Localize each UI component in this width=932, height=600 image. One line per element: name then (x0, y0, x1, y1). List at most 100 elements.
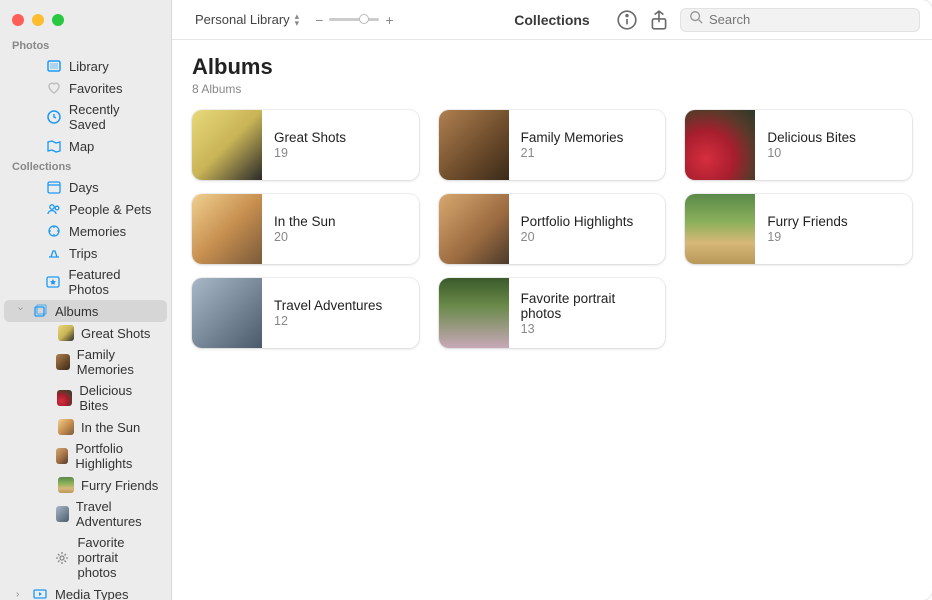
album-card-portfolio-highlights[interactable]: Portfolio Highlights 20 (439, 194, 666, 264)
sidebar-item-memories[interactable]: Memories (4, 220, 167, 242)
album-card-body: Favorite portrait photos 13 (509, 283, 666, 344)
album-thumb-icon (56, 448, 68, 464)
album-thumb-icon (56, 354, 69, 370)
minimize-window-button[interactable] (32, 14, 44, 26)
sidebar-item-portfolio-highlights[interactable]: Portfolio Highlights (4, 438, 167, 474)
close-window-button[interactable] (12, 14, 24, 26)
album-thumbnail (439, 278, 509, 348)
albums-icon (32, 303, 48, 319)
album-card-in-the-sun[interactable]: In the Sun 20 (192, 194, 419, 264)
sidebar-item-label: Memories (69, 224, 126, 239)
sidebar-item-label: Furry Friends (81, 478, 158, 493)
sidebar-item-label: Portfolio Highlights (75, 441, 159, 471)
zoom-knob[interactable] (359, 14, 369, 24)
sidebar-item-in-the-sun[interactable]: In the Sun (4, 416, 167, 438)
sidebar-item-label: Map (69, 139, 94, 154)
sidebar-item-favorites[interactable]: Favorites (4, 77, 167, 99)
toolbar: Personal Library ▴▾ − + Collections (172, 0, 932, 40)
featured-icon (45, 274, 61, 290)
sidebar-item-albums[interactable]: › Albums (4, 300, 167, 322)
album-card-family-memories[interactable]: Family Memories 21 (439, 110, 666, 180)
clock-icon (46, 109, 62, 125)
info-button[interactable] (616, 9, 638, 31)
sidebar-item-great-shots[interactable]: Great Shots (4, 322, 167, 344)
media-icon (32, 586, 48, 600)
album-card-body: Portfolio Highlights 20 (509, 206, 646, 252)
sidebar-item-favorite-portrait-photos[interactable]: Favorite portrait photos (4, 532, 167, 583)
sidebar-item-featured-photos[interactable]: Featured Photos (4, 264, 167, 300)
album-thumbnail (192, 110, 262, 180)
album-thumb-icon (58, 419, 74, 435)
sidebar-item-label: Library (69, 59, 109, 74)
sidebar-item-furry-friends[interactable]: Furry Friends (4, 474, 167, 496)
zoom-out-button[interactable]: − (315, 12, 323, 28)
chevron-right-icon: › (16, 589, 25, 600)
album-card-great-shots[interactable]: Great Shots 19 (192, 110, 419, 180)
sidebar-item-trips[interactable]: Trips (4, 242, 167, 264)
library-icon (46, 58, 62, 74)
sidebar-item-label: Featured Photos (68, 267, 159, 297)
album-title: Furry Friends (767, 214, 847, 229)
content: Albums 8 Albums Great Shots 19 Family Me… (172, 40, 932, 362)
album-thumbnail (685, 194, 755, 264)
sidebar-item-label: In the Sun (81, 420, 140, 435)
album-card-delicious-bites[interactable]: Delicious Bites 10 (685, 110, 912, 180)
sidebar-item-people-pets[interactable]: People & Pets (4, 198, 167, 220)
album-title: Great Shots (274, 130, 346, 145)
album-count: 13 (521, 322, 654, 336)
album-thumbnail (439, 194, 509, 264)
album-card-furry-friends[interactable]: Furry Friends 19 (685, 194, 912, 264)
sidebar-item-label: Days (69, 180, 99, 195)
sidebar-item-recently-saved[interactable]: Recently Saved (4, 99, 167, 135)
people-icon (46, 201, 62, 217)
page-heading: Albums (192, 54, 912, 80)
library-switcher[interactable]: Personal Library ▴▾ (184, 10, 305, 29)
zoom-slider[interactable] (329, 18, 379, 21)
album-card-favorite-portrait-photos[interactable]: Favorite portrait photos 13 (439, 278, 666, 348)
album-title: Travel Adventures (274, 298, 382, 313)
trips-icon (46, 245, 62, 261)
view-title: Collections (514, 12, 589, 28)
fullscreen-window-button[interactable] (52, 14, 64, 26)
zoom-in-button[interactable]: + (385, 12, 393, 28)
sidebar-item-label: Favorites (69, 81, 122, 96)
zoom-controls: − + (315, 12, 393, 28)
album-thumbnail (685, 110, 755, 180)
sidebar-item-map[interactable]: Map (4, 135, 167, 157)
sidebar-item-label: Great Shots (81, 326, 150, 341)
album-count: 10 (767, 146, 856, 160)
album-title: In the Sun (274, 214, 336, 229)
window-controls (0, 8, 171, 36)
sidebar-item-delicious-bites[interactable]: Delicious Bites (4, 380, 167, 416)
album-card-body: Furry Friends 19 (755, 206, 859, 252)
album-thumbnail (192, 194, 262, 264)
album-thumb-icon (58, 477, 74, 493)
album-count: 19 (767, 230, 847, 244)
album-count: 12 (274, 314, 382, 328)
album-count: 20 (521, 230, 634, 244)
album-thumb-icon (58, 325, 74, 341)
calendar-icon (46, 179, 62, 195)
sidebar-item-label: Favorite portrait photos (77, 535, 159, 580)
search-input[interactable] (709, 12, 911, 27)
sidebar-item-label: Albums (55, 304, 98, 319)
sidebar-item-media-types[interactable]: ›Media Types (4, 583, 167, 600)
sidebar-item-label: Travel Adventures (76, 499, 159, 529)
page-subheading: 8 Albums (192, 82, 912, 96)
share-button[interactable] (648, 9, 670, 31)
sidebar-item-family-memories[interactable]: Family Memories (4, 344, 167, 380)
search-field[interactable] (680, 8, 920, 32)
chevron-down-icon: › (15, 307, 26, 316)
album-card-travel-adventures[interactable]: Travel Adventures 12 (192, 278, 419, 348)
map-icon (46, 138, 62, 154)
sidebar-item-label: Delicious Bites (79, 383, 159, 413)
sidebar-item-days[interactable]: Days (4, 176, 167, 198)
sidebar-item-travel-adventures[interactable]: Travel Adventures (4, 496, 167, 532)
sidebar: Photos LibraryFavoritesRecently SavedMap… (0, 0, 172, 600)
album-card-body: Great Shots 19 (262, 122, 358, 168)
album-title: Favorite portrait photos (521, 291, 654, 321)
album-card-body: Travel Adventures 12 (262, 290, 394, 336)
sidebar-item-library[interactable]: Library (4, 55, 167, 77)
sidebar-item-label: Trips (69, 246, 97, 261)
main-area: Personal Library ▴▾ − + Collections Albu… (172, 0, 932, 600)
